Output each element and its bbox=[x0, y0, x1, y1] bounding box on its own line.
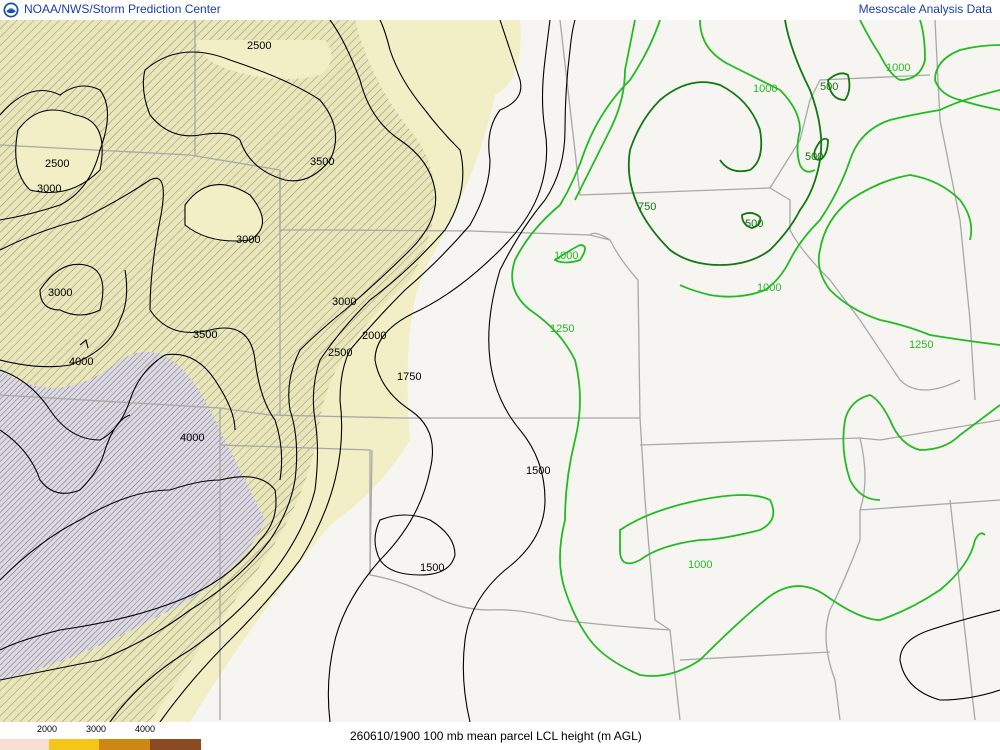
contour-label: 1000 bbox=[753, 83, 777, 95]
header-bar: NOAA/NWS/Storm Prediction Center Mesosca… bbox=[0, 0, 1000, 20]
contour-label: 750 bbox=[638, 201, 656, 213]
contour-label: 1500 bbox=[420, 562, 444, 574]
contour-label: 3500 bbox=[310, 156, 334, 168]
contour-label: 1000 bbox=[757, 282, 781, 294]
contour-label: 1750 bbox=[397, 371, 421, 383]
contour-label: 4000 bbox=[180, 432, 204, 444]
contour-label: 4000 bbox=[69, 356, 93, 368]
contour-label: 1500 bbox=[526, 465, 550, 477]
footer-bar: 2000 3000 4000 260610/1900 100 mb mean p… bbox=[0, 722, 1000, 750]
legend-label: 4000 bbox=[134, 724, 156, 734]
contour-label: 3000 bbox=[37, 183, 61, 195]
contour-label: 500 bbox=[745, 218, 763, 230]
contour-label: 1000 bbox=[554, 250, 578, 262]
contour-label: 2000 bbox=[362, 330, 386, 342]
contour-label: 500 bbox=[805, 151, 823, 163]
map-panel: 2500 2500 3000 3000 3500 3000 3000 3500 … bbox=[0, 19, 1000, 723]
contour-label: 1250 bbox=[909, 339, 933, 351]
contour-label: 2500 bbox=[45, 158, 69, 170]
contour-label: 1000 bbox=[688, 559, 712, 571]
contour-label: 3000 bbox=[48, 287, 72, 299]
legend-swatch bbox=[0, 739, 49, 750]
noaa-logo-icon bbox=[3, 2, 19, 18]
contour-label: 3500 bbox=[193, 329, 217, 341]
org-title: NOAA/NWS/Storm Prediction Center bbox=[24, 2, 221, 16]
map-svg: 2500 2500 3000 3000 3500 3000 3000 3500 … bbox=[0, 19, 1000, 723]
legend-label: 2000 bbox=[36, 724, 58, 734]
legend-swatch bbox=[99, 739, 150, 750]
legend-swatch bbox=[49, 739, 99, 750]
color-legend: 2000 3000 4000 bbox=[0, 722, 210, 750]
contour-label: 2500 bbox=[328, 347, 352, 359]
contour-label: 2500 bbox=[247, 40, 271, 52]
contour-label: 1250 bbox=[550, 323, 574, 335]
product-title: Mesoscale Analysis Data bbox=[858, 2, 992, 16]
shaded-regions bbox=[0, 20, 521, 722]
contour-label: 3000 bbox=[236, 234, 260, 246]
legend-swatch bbox=[150, 739, 201, 750]
legend-label: 3000 bbox=[85, 724, 107, 734]
contour-label: 500 bbox=[820, 81, 838, 93]
map-caption: 260610/1900 100 mb mean parcel LCL heigh… bbox=[350, 729, 642, 743]
contour-label: 1000 bbox=[886, 62, 910, 74]
